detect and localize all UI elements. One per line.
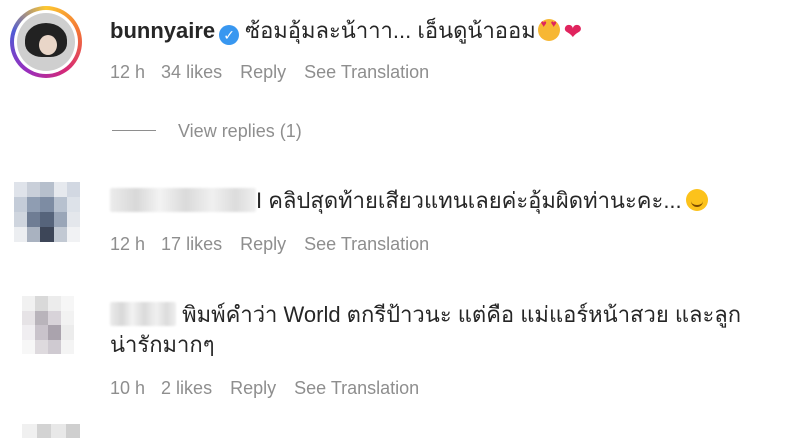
red-heart-emoji-icon: ❤ <box>563 19 583 44</box>
comment-text: I คลิปสุดท้ายเสียวแทนเลยค่ะอุ้มผิดท่านะค… <box>256 188 682 213</box>
verified-badge-icon: ✓ <box>219 25 240 45</box>
likes-count[interactable]: 17 likes <box>161 234 222 254</box>
comment-meta: 10 h 2 likes Reply See Translation <box>110 377 437 399</box>
avatar-photo <box>17 13 75 71</box>
see-translation-button[interactable]: See Translation <box>304 234 429 254</box>
smile-emoji-icon <box>685 189 708 211</box>
comment-meta: 12 h 34 likes Reply See Translation <box>110 61 447 83</box>
timestamp[interactable]: 12 h <box>110 234 145 254</box>
view-replies-label: View replies (1) <box>178 121 302 141</box>
comment-meta: 12 h 17 likes Reply See Translation <box>110 233 447 255</box>
view-replies-button[interactable]: View replies (1) <box>112 120 302 142</box>
comment-text: ซ้อมอุ้มละน้าาา... เอ็นดูน้าออม <box>245 18 536 43</box>
avatar-face <box>39 35 57 55</box>
reply-button[interactable]: Reply <box>240 234 286 254</box>
likes-count[interactable]: 34 likes <box>161 62 222 82</box>
heart-eyes-emoji-icon <box>537 19 560 41</box>
avatar-bunnyaire[interactable] <box>10 6 82 78</box>
username[interactable]: bunnyaire <box>110 18 215 43</box>
comment-body: I คลิปสุดท้ายเสียวแทนเลยค่ะอุ้มผิดท่านะค… <box>110 186 708 216</box>
see-translation-button[interactable]: See Translation <box>294 378 419 398</box>
timestamp[interactable]: 12 h <box>110 62 145 82</box>
comment-body: bunnyaire ✓ ซ้อมอุ้มละน้าาา... เอ็นดูน้าออ… <box>110 16 582 47</box>
avatar-partial[interactable] <box>22 424 80 438</box>
avatar-blurred[interactable] <box>22 296 74 354</box>
see-translation-button[interactable]: See Translation <box>304 62 429 82</box>
avatar-inner <box>14 10 78 74</box>
blurred-username[interactable] <box>110 302 176 326</box>
avatar-blurred[interactable] <box>14 182 80 242</box>
reply-button[interactable]: Reply <box>230 378 276 398</box>
comment-body: พิมพ์คำว่า World ตกรีป้าวนะ แต่คือ แม่แอ… <box>110 300 741 330</box>
comment-text-line1: พิมพ์คำว่า World ตกรีป้าวนะ แต่คือ แม่แอ… <box>182 302 742 327</box>
blurred-username[interactable] <box>110 188 256 212</box>
timestamp[interactable]: 10 h <box>110 378 145 398</box>
replies-dash <box>112 130 156 131</box>
comment-text-line2: น่ารักมากๆ <box>110 332 215 357</box>
reply-button[interactable]: Reply <box>240 62 286 82</box>
likes-count[interactable]: 2 likes <box>161 378 212 398</box>
